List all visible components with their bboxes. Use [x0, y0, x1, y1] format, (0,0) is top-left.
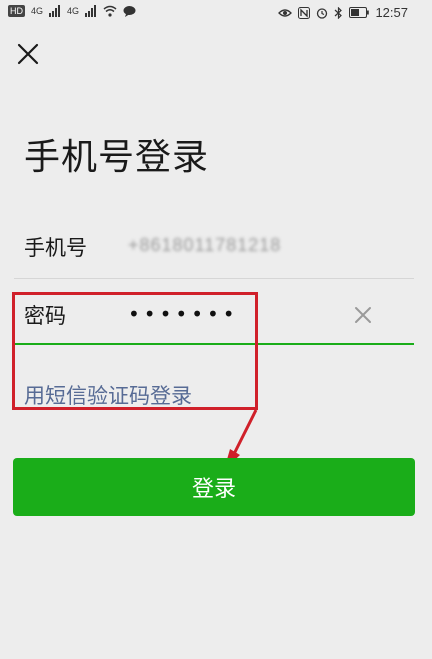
login-button[interactable]: 登录: [13, 458, 415, 516]
bluetooth-icon: [335, 6, 343, 19]
close-button[interactable]: [12, 38, 44, 70]
nfc-icon: [298, 6, 311, 19]
message-icon: [123, 6, 136, 17]
phone-label: 手机号: [24, 236, 87, 260]
annotation-highlight-box: [12, 292, 258, 410]
clear-icon: [355, 307, 371, 323]
close-icon: [17, 43, 39, 65]
status-bar-right: 12:57: [278, 5, 408, 20]
phone-input[interactable]: +8618011781218: [128, 235, 281, 256]
signal-icon: [85, 5, 97, 17]
network-badge-2: 4G: [67, 6, 80, 16]
page-title: 手机号登录: [24, 137, 210, 178]
hd-badge: HD: [8, 5, 25, 17]
network-badge-1: 4G: [31, 6, 44, 16]
divider: [14, 278, 414, 279]
clear-password-button[interactable]: [352, 304, 374, 326]
status-bar-left: HD 4G 4G: [8, 5, 136, 17]
signal-icon: [49, 5, 61, 17]
status-time: 12:57: [375, 5, 408, 20]
alarm-icon: [317, 7, 328, 19]
status-bar: HD 4G 4G 12:57: [0, 0, 432, 26]
phone-field[interactable]: 手机号 +8618011781218: [24, 232, 414, 262]
battery-icon: [349, 7, 370, 18]
wifi-icon: [103, 5, 117, 17]
eye-icon: [278, 8, 293, 17]
